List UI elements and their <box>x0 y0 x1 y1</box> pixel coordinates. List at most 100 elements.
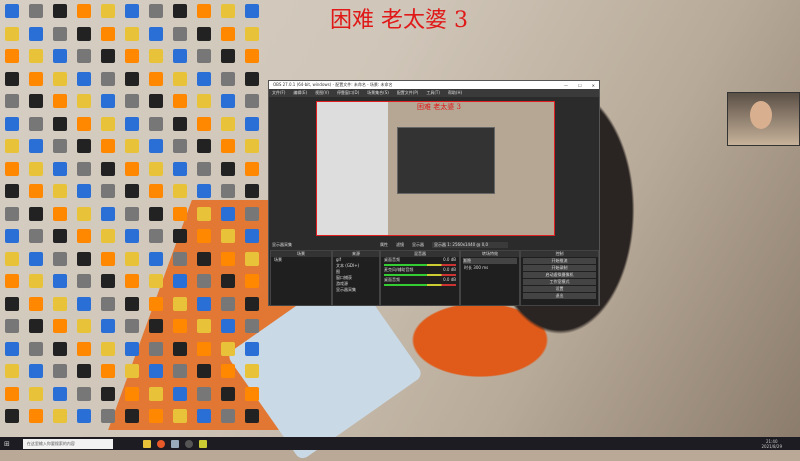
app-icon[interactable] <box>170 439 179 448</box>
desktop-shortcut-icon[interactable] <box>53 49 67 63</box>
desktop-shortcut-icon[interactable] <box>197 229 211 243</box>
desktop-shortcut-icon[interactable] <box>245 184 259 198</box>
desktop-shortcut-icon[interactable] <box>77 139 91 153</box>
desktop-shortcut-icon[interactable] <box>245 274 259 288</box>
menu-item[interactable]: 停靠窗口(D) <box>337 90 359 96</box>
desktop-shortcut-icon[interactable] <box>197 161 211 176</box>
desktop-shortcut-icon[interactable] <box>221 296 235 311</box>
obs-preview[interactable]: 困难 老太婆 3 <box>316 101 555 236</box>
close-icon[interactable]: ✕ <box>592 83 595 88</box>
desktop-shortcut-icon[interactable] <box>173 161 187 176</box>
desktop-shortcut-icon[interactable] <box>53 26 67 41</box>
desktop-shortcut-icon[interactable] <box>101 296 115 311</box>
desktop-shortcut-icon[interactable] <box>149 386 163 401</box>
desktop-shortcut-icon[interactable] <box>53 341 67 356</box>
obs-icon[interactable] <box>184 439 193 448</box>
desktop-shortcut-icon[interactable] <box>173 206 187 221</box>
desktop-shortcut-icon[interactable] <box>53 319 67 333</box>
desktop-shortcut-icon[interactable] <box>29 296 43 311</box>
desktop-shortcut-icon[interactable] <box>197 274 211 288</box>
desktop-shortcut-icon[interactable] <box>125 364 139 378</box>
obs-titlebar[interactable]: OBS 27.0.1 (64-bit, windows) - 配置文件: 未命名… <box>269 81 599 89</box>
obs-window[interactable]: OBS 27.0.1 (64-bit, windows) - 配置文件: 未命名… <box>268 80 600 306</box>
desktop-shortcut-icon[interactable] <box>101 4 115 18</box>
menu-item[interactable]: 编辑(E) <box>293 90 307 96</box>
desktop-shortcut-icon[interactable] <box>221 251 235 266</box>
desktop-shortcut-icon[interactable] <box>221 49 235 63</box>
desktop-shortcut-icon[interactable] <box>101 94 115 108</box>
desktop-shortcut-icon[interactable] <box>53 251 67 266</box>
desktop-shortcut-icon[interactable] <box>5 49 19 63</box>
desktop-shortcut-icon[interactable] <box>221 184 235 198</box>
desktop-shortcut-icon[interactable] <box>221 319 235 333</box>
desktop-shortcut-icon[interactable] <box>173 409 187 423</box>
desktop-shortcut-icon[interactable] <box>173 139 187 153</box>
desktop-shortcut-icon[interactable] <box>53 71 67 86</box>
desktop-shortcut-icon[interactable] <box>125 274 139 288</box>
desktop-shortcut-icon[interactable] <box>29 206 43 221</box>
desktop-shortcut-icon[interactable] <box>77 184 91 198</box>
desktop-shortcut-icon[interactable] <box>173 319 187 333</box>
desktop-shortcut-icon[interactable] <box>53 409 67 423</box>
desktop-shortcut-icon[interactable] <box>149 71 163 86</box>
desktop-shortcut-icon[interactable] <box>77 116 91 131</box>
control-button[interactable]: 工作室模式 <box>523 279 596 285</box>
desktop-shortcut-icon[interactable] <box>221 116 235 131</box>
desktop-shortcut-icon[interactable] <box>149 364 163 378</box>
desktop-shortcut-icon[interactable] <box>125 206 139 221</box>
desktop-shortcut-icon[interactable] <box>5 319 19 333</box>
desktop-shortcut-icon[interactable] <box>197 319 211 333</box>
desktop-shortcut-icon[interactable] <box>149 161 163 176</box>
desktop-shortcut-icon[interactable] <box>101 71 115 86</box>
desktop-shortcut-icon[interactable] <box>197 49 211 63</box>
volume-meter[interactable] <box>384 274 456 276</box>
desktop-shortcut-icon[interactable] <box>173 229 187 243</box>
maximize-icon[interactable]: ☐ <box>578 83 582 88</box>
desktop-shortcut-icon[interactable] <box>245 296 259 311</box>
desktop-shortcut-icon[interactable] <box>221 4 235 18</box>
desktop-shortcut-icon[interactable] <box>29 319 43 333</box>
source-item[interactable]: 显示器采集 <box>333 287 379 293</box>
desktop-shortcut-icon[interactable] <box>173 26 187 41</box>
menu-item[interactable]: 场景集合(S) <box>367 90 389 96</box>
desktop-shortcut-icon[interactable] <box>101 161 115 176</box>
desktop-shortcut-icon[interactable] <box>245 161 259 176</box>
desktop-shortcut-icon[interactable] <box>125 49 139 63</box>
desktop-shortcut-icon[interactable] <box>5 296 19 311</box>
menu-item[interactable]: 视图(V) <box>315 90 329 96</box>
desktop-shortcut-icon[interactable] <box>173 341 187 356</box>
desktop-shortcut-icon[interactable] <box>77 4 91 18</box>
desktop-shortcut-icon[interactable] <box>149 229 163 243</box>
desktop-shortcut-icon[interactable] <box>5 116 19 131</box>
desktop-shortcut-icon[interactable] <box>77 94 91 108</box>
desktop-shortcut-icon[interactable] <box>173 184 187 198</box>
desktop-shortcut-icon[interactable] <box>221 229 235 243</box>
desktop-shortcut-icon[interactable] <box>221 71 235 86</box>
desktop-shortcut-icon[interactable] <box>5 229 19 243</box>
desktop-shortcut-icon[interactable] <box>149 251 163 266</box>
duration-input[interactable]: 300 ms <box>473 265 488 270</box>
desktop-shortcut-icon[interactable] <box>245 386 259 401</box>
desktop-shortcut-icon[interactable] <box>149 116 163 131</box>
desktop-shortcut-icon[interactable] <box>53 94 67 108</box>
desktop-shortcut-icon[interactable] <box>29 184 43 198</box>
control-button[interactable]: 退出 <box>523 293 596 299</box>
desktop-shortcut-icon[interactable] <box>197 139 211 153</box>
desktop-shortcut-icon[interactable] <box>197 94 211 108</box>
desktop-shortcut-icon[interactable] <box>173 364 187 378</box>
desktop-shortcut-icon[interactable] <box>149 139 163 153</box>
desktop-shortcut-icon[interactable] <box>149 296 163 311</box>
desktop-shortcut-icon[interactable] <box>221 409 235 423</box>
desktop-shortcut-icon[interactable] <box>77 26 91 41</box>
desktop-shortcut-icon[interactable] <box>125 139 139 153</box>
desktop-shortcut-icon[interactable] <box>125 71 139 86</box>
desktop-shortcut-icon[interactable] <box>53 4 67 18</box>
desktop-shortcut-icon[interactable] <box>53 116 67 131</box>
desktop-shortcut-icon[interactable] <box>173 274 187 288</box>
desktop-shortcut-icon[interactable] <box>197 71 211 86</box>
desktop-shortcut-icon[interactable] <box>197 4 211 18</box>
desktop-shortcut-icon[interactable] <box>221 274 235 288</box>
desktop-shortcut-icon[interactable] <box>5 386 19 401</box>
desktop-shortcut-icon[interactable] <box>197 341 211 356</box>
desktop-shortcut-icon[interactable] <box>221 364 235 378</box>
